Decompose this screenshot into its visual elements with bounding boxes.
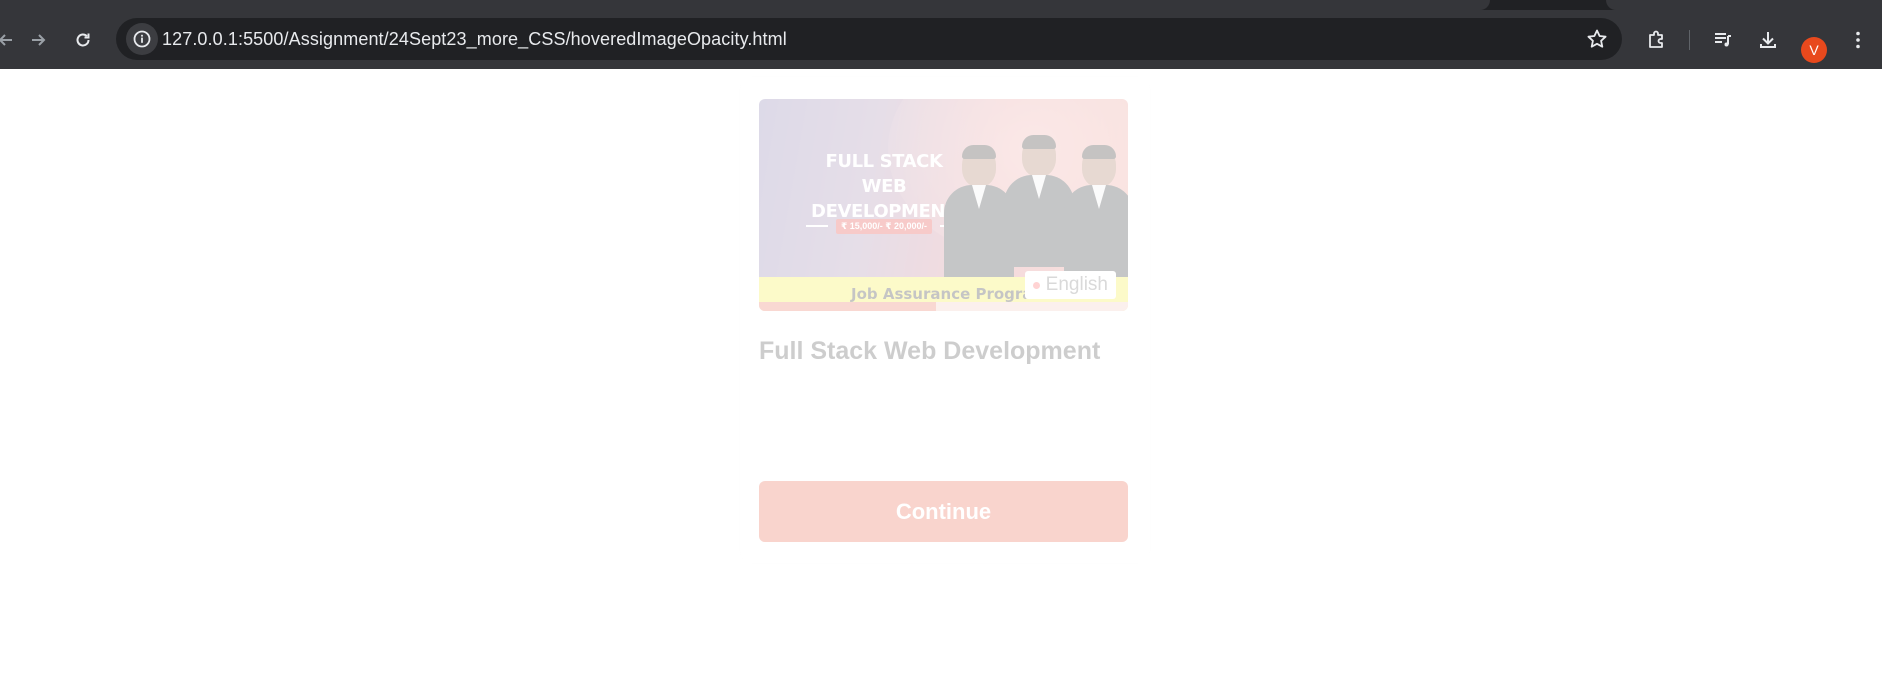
toolbar-divider bbox=[1689, 30, 1690, 50]
language-label: English bbox=[1045, 274, 1108, 295]
inactive-tab[interactable] bbox=[1606, 0, 1882, 10]
instructor-figure-right bbox=[1064, 145, 1128, 277]
info-icon bbox=[133, 30, 151, 48]
profile-avatar[interactable]: V bbox=[1801, 37, 1827, 63]
continue-button[interactable]: Continue bbox=[759, 481, 1128, 542]
price-dash-left bbox=[805, 225, 828, 227]
kebab-menu-icon bbox=[1856, 31, 1860, 49]
browser-toolbar: 127.0.0.1:5500/Assignment/24Sept23_more_… bbox=[0, 10, 1882, 69]
forward-button[interactable] bbox=[22, 24, 54, 56]
download-icon bbox=[1760, 32, 1776, 48]
star-icon[interactable] bbox=[1586, 28, 1608, 50]
course-title: Full Stack Web Development bbox=[759, 337, 1101, 365]
banner-strip-text: Job Assurance Program bbox=[851, 285, 1049, 303]
puzzle-icon bbox=[1649, 30, 1663, 48]
course-card[interactable]: FULL STACK WEB DEVELOPMENT ₹ 15,000/- ₹ … bbox=[740, 77, 1150, 563]
language-badge: English bbox=[1024, 271, 1116, 299]
back-arrow-icon bbox=[0, 34, 12, 46]
back-button[interactable] bbox=[0, 24, 22, 56]
url-text[interactable]: 127.0.0.1:5500/Assignment/24Sept23_more_… bbox=[162, 29, 787, 50]
reload-icon bbox=[76, 33, 90, 47]
price-tag: ₹ 15,000/- ₹ 20,000/- bbox=[835, 218, 933, 234]
course-progress-bar bbox=[759, 302, 1128, 311]
reload-button[interactable] bbox=[67, 24, 99, 56]
page-content: FULL STACK WEB DEVELOPMENT ₹ 15,000/- ₹ … bbox=[0, 69, 1882, 677]
active-tab[interactable] bbox=[0, 0, 1490, 10]
course-progress-fill bbox=[759, 302, 937, 311]
media-controls-button[interactable] bbox=[1710, 27, 1736, 53]
course-banner-image[interactable]: FULL STACK WEB DEVELOPMENT ₹ 15,000/- ₹ … bbox=[759, 99, 1128, 311]
extensions-button[interactable] bbox=[1644, 27, 1670, 53]
site-info-button[interactable] bbox=[126, 23, 158, 55]
playlist-icon bbox=[1715, 33, 1731, 47]
browser-menu-button[interactable] bbox=[1845, 27, 1871, 53]
downloads-button[interactable] bbox=[1755, 27, 1781, 53]
address-bar[interactable]: 127.0.0.1:5500/Assignment/24Sept23_more_… bbox=[116, 18, 1622, 60]
language-dot-icon bbox=[1032, 281, 1040, 289]
forward-arrow-icon bbox=[32, 34, 46, 46]
